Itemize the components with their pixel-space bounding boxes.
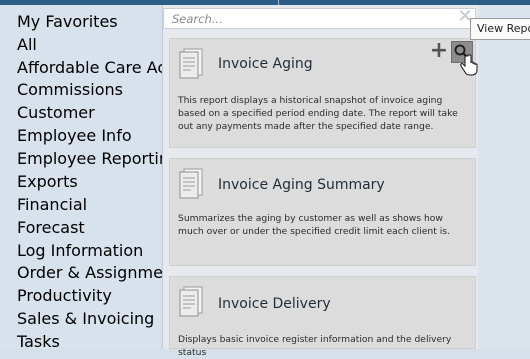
sidebar-item-employee-reporting[interactable]: Employee Reporting (17, 149, 179, 168)
add-to-favorites-button[interactable]: + (429, 38, 449, 63)
sidebar-item-forecast[interactable]: Forecast (17, 218, 85, 237)
sidebar-item-exports[interactable]: Exports (17, 172, 78, 191)
report-description: Summarizes the aging by customer as well… (178, 213, 450, 237)
report-title: Invoice Aging (218, 56, 313, 72)
sidebar-item-employee-info[interactable]: Employee Info (17, 126, 132, 145)
sidebar-item-customer[interactable]: Customer (17, 103, 95, 122)
sidebar-item-financial[interactable]: Financial (17, 195, 87, 214)
sidebar-item-affordable-care-act[interactable]: Affordable Care Act (17, 58, 172, 77)
hand-cursor-icon (460, 54, 478, 76)
right-background (478, 5, 530, 349)
report-title: Invoice Delivery (218, 296, 331, 312)
search-input[interactable]: Search... (163, 8, 476, 29)
sidebar-item-sales-invoicing[interactable]: Sales & Invoicing (17, 309, 154, 328)
sidebar-item-tasks[interactable]: Tasks (17, 332, 60, 351)
report-document-icon (179, 286, 203, 317)
sidebar-item-log-information[interactable]: Log Information (17, 241, 143, 260)
report-card-invoice-delivery[interactable]: Invoice Delivery Displays basic invoice … (169, 276, 476, 358)
report-card-invoice-aging-summary[interactable]: Invoice Aging Summary Summarizes the agi… (169, 158, 476, 266)
report-description: Displays basic invoice register informat… (178, 334, 452, 358)
sidebar-item-all[interactable]: All (17, 35, 37, 54)
plus-icon: + (429, 38, 449, 63)
sidebar-item-productivity[interactable]: Productivity (17, 286, 112, 305)
report-title: Invoice Aging Summary (218, 177, 385, 193)
report-description: This report displays a historical snapsh… (178, 95, 458, 132)
sidebar-item-my-favorites[interactable]: My Favorites (17, 12, 118, 31)
sidebar-item-commissions[interactable]: Commissions (17, 80, 123, 99)
report-document-icon (179, 48, 203, 79)
sidebar-item-order-assignment[interactable]: Order & Assignment (17, 263, 179, 282)
view-report-tooltip: View Report (470, 18, 530, 40)
report-document-icon (179, 168, 203, 199)
